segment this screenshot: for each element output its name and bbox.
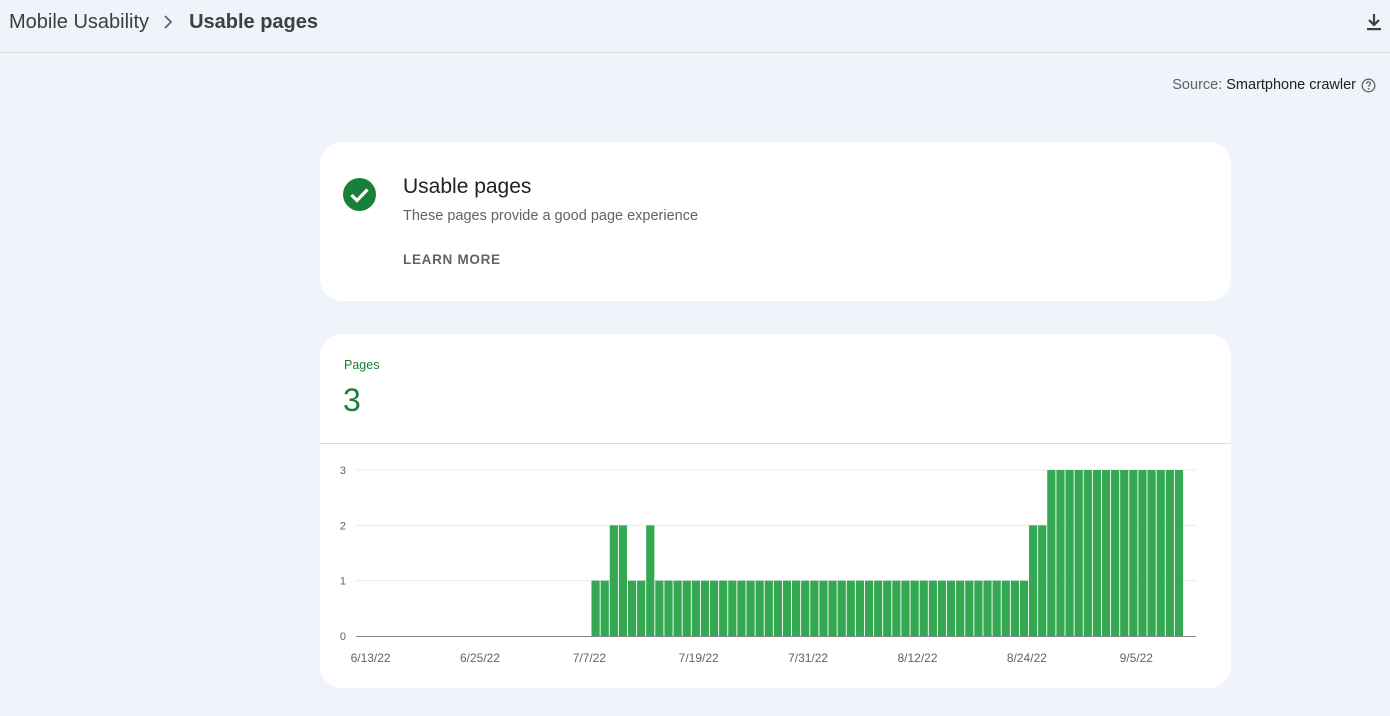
bar[interactable] <box>1101 470 1111 636</box>
bar[interactable] <box>637 580 646 636</box>
breadcrumb-parent-link[interactable]: Mobile Usability <box>9 10 149 34</box>
bar[interactable] <box>1074 470 1083 636</box>
x-tick-label: 6/25/22 <box>460 651 500 665</box>
bar[interactable] <box>764 580 773 636</box>
y-tick-label: 0 <box>340 631 346 643</box>
bar[interactable] <box>1010 580 1019 636</box>
bar[interactable] <box>956 580 965 636</box>
bar[interactable] <box>1092 470 1102 636</box>
bar[interactable] <box>1019 580 1029 636</box>
bar[interactable] <box>937 580 947 636</box>
bar[interactable] <box>810 580 819 636</box>
bar[interactable] <box>627 580 637 636</box>
bar[interactable] <box>1147 470 1156 636</box>
x-tick-label: 9/5/22 <box>1120 651 1154 665</box>
bar[interactable] <box>746 580 755 636</box>
bar[interactable] <box>609 525 618 636</box>
bar[interactable] <box>792 580 801 636</box>
bar[interactable] <box>700 580 710 636</box>
source-info: Source: Smartphone crawler <box>1172 77 1376 93</box>
bar[interactable] <box>1120 470 1129 636</box>
status-title: Usable pages <box>403 175 532 198</box>
bar[interactable] <box>901 580 910 636</box>
chevron-right-icon <box>163 15 173 29</box>
bar[interactable] <box>1047 470 1056 636</box>
header-bar: Mobile Usability Usable pages <box>0 0 1390 53</box>
bar[interactable] <box>928 580 937 636</box>
source-value: Smartphone crawler <box>1226 77 1356 93</box>
y-tick-label: 3 <box>340 465 346 477</box>
bar[interactable] <box>919 580 928 636</box>
bar[interactable] <box>1138 470 1147 636</box>
bar[interactable] <box>782 580 792 636</box>
bar[interactable] <box>1129 470 1138 636</box>
bar[interactable] <box>664 580 673 636</box>
x-tick-label: 8/24/22 <box>1007 651 1047 665</box>
chart-card: Pages 3 0 1 2 3 6/13/22 6/25/22 7/7/22 7/19/22 7… <box>320 334 1231 688</box>
bar[interactable] <box>1165 470 1174 636</box>
bar[interactable] <box>646 525 655 636</box>
bar[interactable] <box>1083 470 1092 636</box>
bar[interactable] <box>965 580 974 636</box>
bar[interactable] <box>828 580 837 636</box>
pages-bar-chart: 0 1 2 3 6/13/22 6/25/22 7/7/22 7/19/22 7/31/22 8/… <box>340 465 1196 665</box>
bar[interactable] <box>773 580 782 636</box>
check-circle-icon <box>343 178 376 211</box>
bar[interactable] <box>1065 470 1074 636</box>
bar[interactable] <box>600 580 609 636</box>
bar[interactable] <box>855 580 865 636</box>
bar[interactable] <box>837 580 846 636</box>
bar[interactable] <box>719 580 728 636</box>
bar[interactable] <box>874 580 883 636</box>
bar[interactable] <box>801 580 810 636</box>
bar[interactable] <box>846 580 855 636</box>
y-tick-label: 2 <box>340 520 346 532</box>
x-tick-label: 6/13/22 <box>351 651 391 665</box>
bar[interactable] <box>618 525 628 636</box>
bar[interactable] <box>591 580 600 636</box>
bar[interactable] <box>819 580 828 636</box>
bar[interactable] <box>691 580 700 636</box>
download-icon[interactable] <box>1364 12 1384 32</box>
bar[interactable] <box>974 580 983 636</box>
bar[interactable] <box>1001 580 1010 636</box>
help-icon[interactable] <box>1361 78 1376 93</box>
source-label: Source: <box>1172 77 1223 93</box>
bar[interactable] <box>709 580 719 636</box>
bar[interactable] <box>946 580 956 636</box>
bar[interactable] <box>1174 470 1184 636</box>
bar[interactable] <box>673 580 682 636</box>
bar[interactable] <box>910 580 919 636</box>
y-tick-label: 1 <box>340 576 346 588</box>
learn-more-button[interactable]: LEARN MORE <box>403 252 501 267</box>
bar[interactable] <box>728 580 737 636</box>
status-description: These pages provide a good page experien… <box>403 208 699 224</box>
bar[interactable] <box>1056 470 1065 636</box>
bar[interactable] <box>983 580 992 636</box>
bar[interactable] <box>655 580 664 636</box>
page-title: Usable pages <box>189 11 319 33</box>
bar[interactable] <box>883 580 892 636</box>
breadcrumb: Mobile Usability Usable pages <box>9 10 318 34</box>
bar[interactable] <box>992 580 1001 636</box>
x-tick-label: 7/7/22 <box>573 651 607 665</box>
bar[interactable] <box>1156 470 1165 636</box>
bar[interactable] <box>1038 525 1047 636</box>
x-tick-label: 7/19/22 <box>679 651 719 665</box>
bar[interactable] <box>755 580 764 636</box>
bar[interactable] <box>737 580 746 636</box>
bar[interactable] <box>682 580 691 636</box>
bar[interactable] <box>892 580 901 636</box>
bar[interactable] <box>1029 525 1038 636</box>
bar[interactable] <box>864 580 874 636</box>
x-tick-label: 7/31/22 <box>788 651 828 665</box>
x-tick-label: 8/12/22 <box>897 651 937 665</box>
bar[interactable] <box>1111 470 1120 636</box>
status-card: Usable pages These pages provide a good … <box>320 142 1231 301</box>
